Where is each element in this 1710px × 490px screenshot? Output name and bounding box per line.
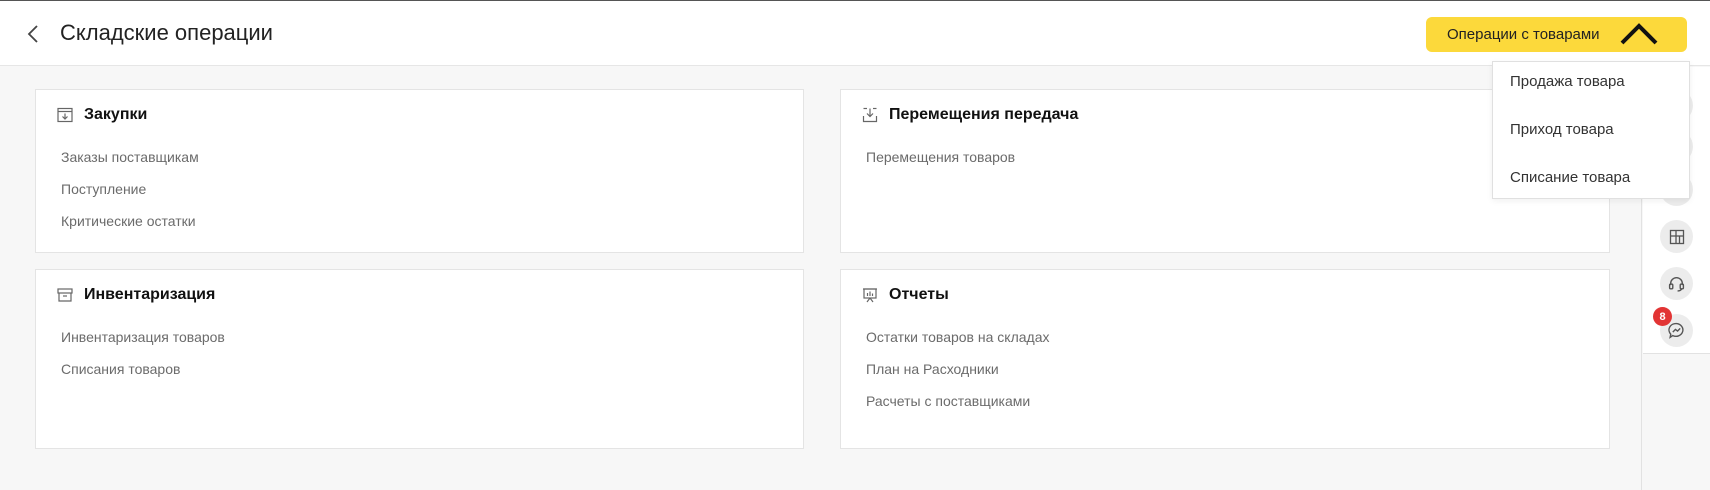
card-title: Отчеты (889, 286, 949, 303)
main-content: Закупки Заказы поставщикам Поступление К… (0, 67, 1642, 490)
headset-icon (1668, 276, 1685, 292)
top-bar: Складские операции Операции с товарами (0, 0, 1710, 66)
card-inventory: Инвентаризация Инвентаризация товаров Сп… (35, 269, 804, 449)
card-title: Перемещения передача (889, 106, 1079, 123)
link-warehouse-stock[interactable]: Остатки товаров на складах (866, 328, 1049, 360)
card-title: Закупки (84, 106, 148, 123)
menu-item-receipt[interactable]: Приход товара (1510, 121, 1614, 138)
link-product-transfers[interactable]: Перемещения товаров (866, 148, 1015, 180)
download-box-icon (862, 106, 880, 124)
messenger-icon (1668, 322, 1684, 339)
link-critical-stock[interactable]: Критические остатки (61, 212, 199, 244)
product-operations-button[interactable]: Операции с товарами (1426, 17, 1687, 52)
archive-in-icon (57, 106, 75, 124)
product-operations-label: Операции с товарами (1447, 26, 1600, 43)
link-supplier-orders[interactable]: Заказы поставщикам (61, 148, 199, 180)
back-button[interactable] (20, 19, 46, 49)
card-reports: Отчеты Остатки товаров на складах План н… (840, 269, 1610, 449)
archive-box-icon (57, 286, 75, 304)
chevron-up-icon (1620, 23, 1658, 45)
menu-item-writeoff[interactable]: Списание товара (1510, 169, 1630, 186)
card-purchases: Закупки Заказы поставщикам Поступление К… (35, 89, 804, 253)
dashboard-button[interactable] (1660, 220, 1693, 253)
presentation-chart-icon (862, 286, 880, 304)
support-button[interactable] (1660, 267, 1693, 300)
dashboard-icon (1669, 229, 1684, 244)
link-product-inventory[interactable]: Инвентаризация товаров (61, 328, 225, 360)
card-title: Инвентаризация (84, 286, 216, 303)
chevron-left-icon (27, 25, 38, 43)
link-consumables-plan[interactable]: План на Расходники (866, 360, 1049, 392)
link-receipt[interactable]: Поступление (61, 180, 199, 212)
operations-dropdown: Продажа товара Приход товара Списание то… (1492, 61, 1690, 199)
notification-badge: 8 (1653, 307, 1672, 326)
link-supplier-settlements[interactable]: Расчеты с поставщиками (866, 392, 1049, 424)
menu-item-sale[interactable]: Продажа товара (1510, 73, 1625, 90)
page-title: Складские операции (60, 20, 273, 45)
link-product-writeoffs[interactable]: Списания товаров (61, 360, 225, 392)
